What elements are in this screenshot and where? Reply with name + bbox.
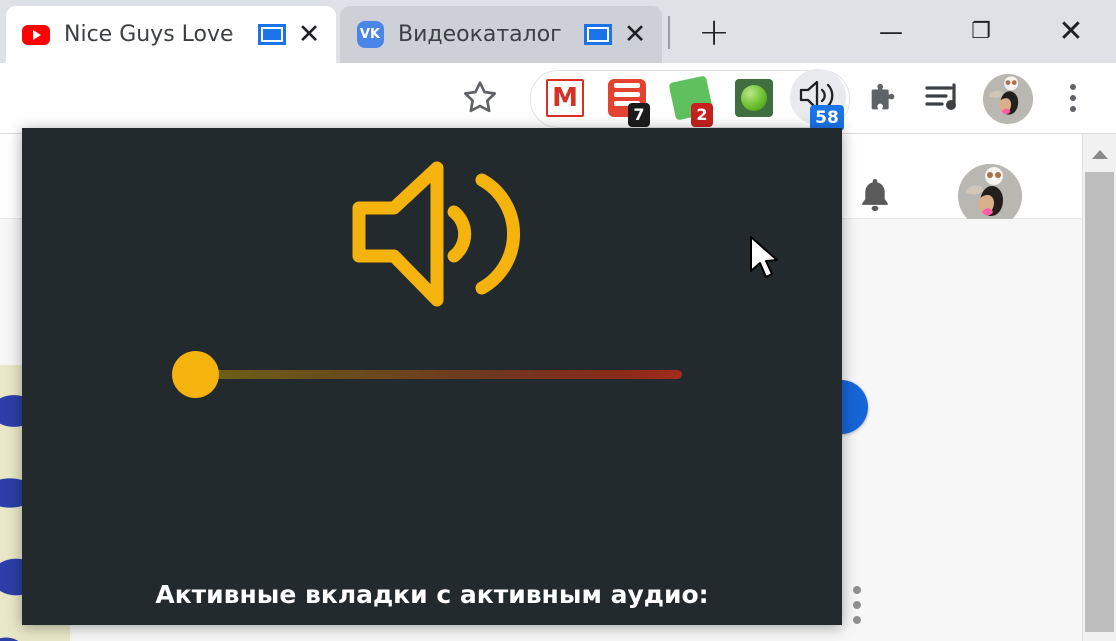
vk-icon: VK: [356, 21, 384, 49]
refresh-icon-ball: [741, 85, 767, 111]
browser-toolbar: M 7 2 58: [0, 63, 1116, 134]
gmail-glyph: M: [552, 83, 578, 113]
tab-separator: [668, 16, 670, 49]
volume-slider[interactable]: [172, 344, 682, 404]
youtube-icon: [22, 21, 50, 49]
evernote-badge: 2: [691, 103, 713, 127]
star-icon[interactable]: [453, 71, 507, 125]
new-tab-button[interactable]: +: [692, 10, 736, 54]
vk-icon-label: VK: [356, 21, 384, 48]
three-dot-menu-icon[interactable]: [853, 586, 861, 624]
notification-bell-icon[interactable]: [858, 176, 892, 214]
close-window-button[interactable]: ✕: [1026, 0, 1116, 63]
tab-close-button[interactable]: ✕: [292, 18, 326, 52]
todoist-badge: 7: [628, 103, 650, 127]
three-dot-menu-icon[interactable]: [1056, 73, 1090, 123]
maximize-restore-button[interactable]: ❐: [936, 0, 1026, 63]
volume-slider-thumb[interactable]: [172, 351, 219, 398]
gmail-extension-icon[interactable]: M: [546, 79, 584, 117]
tab-nice-guys-love[interactable]: Nice Guys Love ✕: [6, 6, 336, 63]
popup-heading: Активные вкладки с активным аудио:: [155, 580, 709, 609]
window-controls: — ❐ ✕: [846, 0, 1116, 63]
avatar[interactable]: [983, 74, 1033, 124]
volume-slider-track[interactable]: [195, 370, 682, 379]
page-scrollbar[interactable]: [1082, 134, 1116, 641]
tab-videokatalog[interactable]: VK Видеокаталог ✕: [340, 6, 662, 63]
scroll-up-arrow-icon[interactable]: [1083, 140, 1116, 168]
speaker-playing-icon[interactable]: [584, 24, 612, 45]
refresh-extension-icon[interactable]: [735, 79, 773, 117]
playlist-music-icon[interactable]: [918, 73, 968, 123]
speaker-volume-icon[interactable]: [22, 150, 842, 330]
scrollbar-thumb[interactable]: [1085, 172, 1114, 632]
tab-strip: Nice Guys Love ✕ VK Видеокаталог ✕ + — ❐…: [0, 0, 1116, 63]
volume-control-popup: Активные вкладки с активным аудио: Nice …: [22, 128, 842, 641]
browser-window: Джем — Nice Guys Love You - Активные вкл…: [0, 0, 1116, 641]
speaker-playing-icon[interactable]: [258, 24, 286, 45]
mouse-pointer: [748, 235, 782, 286]
tab-close-button[interactable]: ✕: [618, 18, 652, 52]
tab-title: Видеокаталог: [398, 22, 562, 47]
minimize-button[interactable]: —: [846, 0, 936, 63]
tab-title: Nice Guys Love: [64, 22, 234, 47]
puzzle-piece-icon[interactable]: [856, 71, 910, 125]
